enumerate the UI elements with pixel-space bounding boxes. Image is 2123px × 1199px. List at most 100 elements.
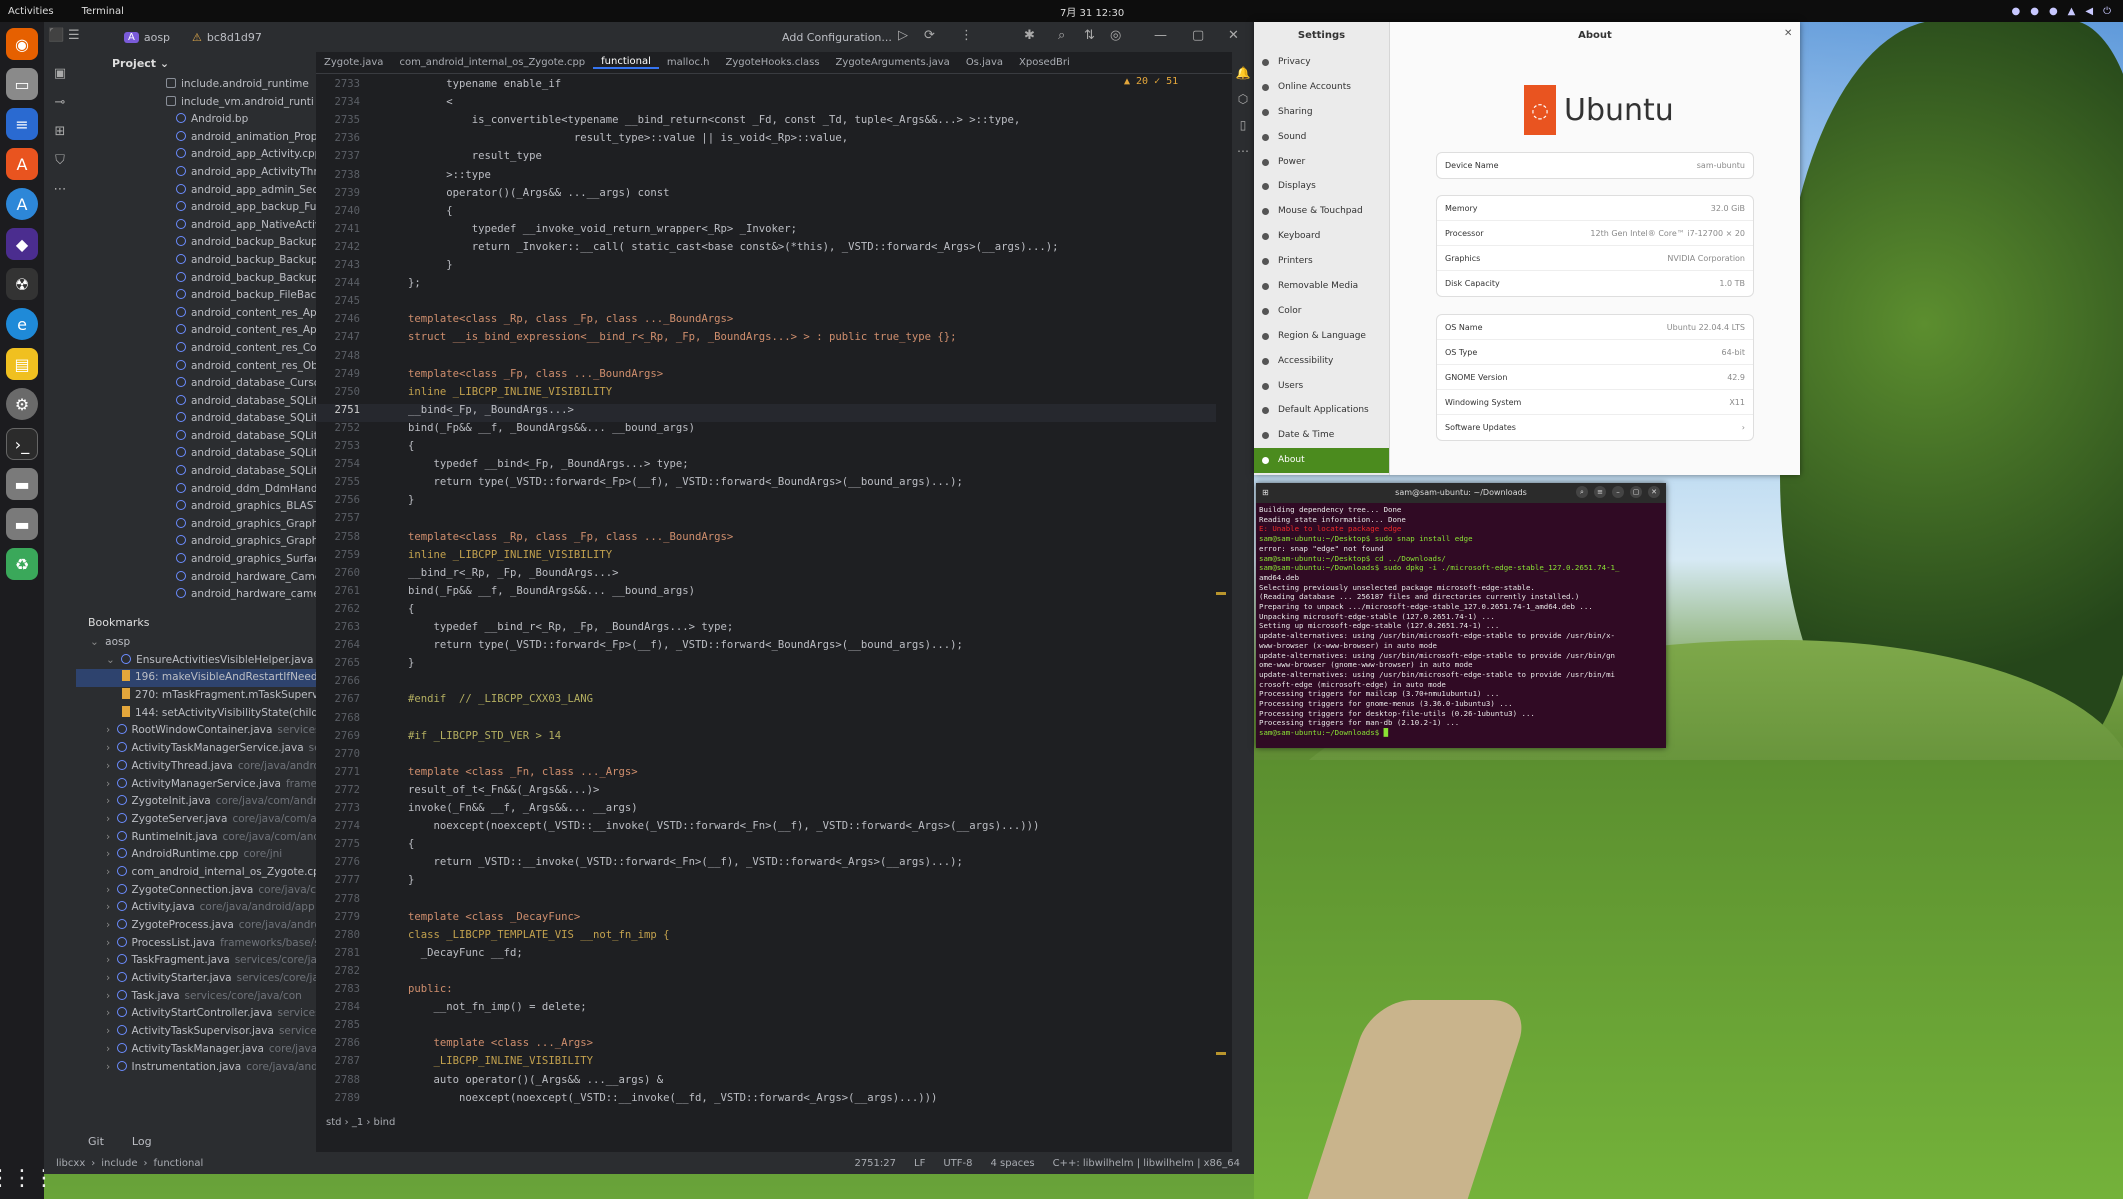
indent-setting[interactable]: 4 spaces [990, 1158, 1034, 1169]
bookmark-file[interactable]: › ProcessList.java frameworks/base/ser [76, 935, 316, 953]
bookmark-file[interactable]: › ActivityManagerService.java framewor [76, 776, 316, 794]
tree-item[interactable]: android_content_res_Apk [76, 322, 316, 340]
tree-item[interactable]: android_app_Activity.cpp [76, 146, 316, 164]
settings-icon[interactable]: ⚙ [6, 388, 38, 420]
editor-tab[interactable]: malloc.h [659, 57, 718, 68]
account-icon[interactable]: ◎ [1110, 28, 1121, 43]
bookmark-icon[interactable]: ⛉ [55, 153, 65, 168]
new-tab-icon[interactable]: ⊞ [1262, 483, 1269, 503]
settings-nav-item[interactable]: Online Accounts [1254, 75, 1389, 100]
tree-item[interactable]: android_app_NativeActivi [76, 217, 316, 235]
gradle-icon[interactable]: ⬡ [1238, 92, 1248, 106]
bookmark-file[interactable]: › TaskFragment.java services/core/java [76, 952, 316, 970]
editor-tab[interactable]: Zygote.java [316, 57, 391, 68]
drive-icon[interactable]: ▬ [6, 508, 38, 540]
inspection-widget[interactable]: ▲ 20 ✓ 51 [1124, 76, 1178, 87]
bookmark-item[interactable]: 270: mTaskFragment.mTaskSuperv [76, 687, 316, 705]
bookmark-file[interactable]: › RuntimeInit.java core/java/com/androi [76, 829, 316, 847]
files-icon[interactable]: ▭ [6, 68, 38, 100]
settings-nav-item[interactable]: Privacy [1254, 50, 1389, 75]
bookmark-item[interactable]: 196: makeVisibleAndRestartIfNeede [76, 669, 316, 688]
bookmark-file[interactable]: › ZygoteInit.java core/java/com/androi [76, 793, 316, 811]
android-studio-icon[interactable]: ☢ [6, 268, 38, 300]
software-center-icon[interactable]: A [6, 148, 38, 180]
editor-tab[interactable]: Os.java [958, 57, 1011, 68]
status-path-dir[interactable]: include [101, 1158, 137, 1169]
bookmark-file[interactable]: › ZygoteConnection.java core/java/con [76, 882, 316, 900]
settings-nav-item[interactable]: Region & Language [1254, 324, 1389, 349]
settings-nav-item[interactable]: Sound [1254, 125, 1389, 150]
folder-icon[interactable]: ▣ [54, 66, 66, 81]
vcs-icon[interactable]: ⇅ [1084, 28, 1095, 43]
volume-icon[interactable]: ◀ [2085, 6, 2093, 17]
code-breadcrumb[interactable]: std › _1 › bind [316, 1114, 1232, 1132]
settings-nav-item[interactable]: Mouse & Touchpad [1254, 199, 1389, 224]
system-tray[interactable]: ● ● ● ▲ ◀ ⏻ [2011, 6, 2111, 17]
tree-item[interactable]: android_database_SQLite [76, 463, 316, 481]
tree-item[interactable]: android_backup_BackupD [76, 234, 316, 252]
edge-icon[interactable]: e [6, 308, 38, 340]
settings-nav-item[interactable]: Printers [1254, 249, 1389, 274]
tree-item[interactable]: android_app_backup_FullB [76, 199, 316, 217]
close-icon[interactable]: ✕ [1228, 28, 1239, 43]
minimize-icon[interactable]: – [1612, 486, 1624, 498]
bookmark-file[interactable]: › ActivityStarter.java services/core/ja [76, 970, 316, 988]
settings-nav-item[interactable]: Keyboard [1254, 224, 1389, 249]
tree-item[interactable]: include.android_runtime [76, 76, 316, 94]
structure-icon[interactable]: ⊞ [55, 124, 66, 139]
settings-nav-item[interactable]: About [1254, 448, 1389, 474]
bookmark-file[interactable]: › RootWindowContainer.java services/co [76, 722, 316, 740]
settings-nav-item[interactable]: Power [1254, 150, 1389, 175]
close-icon[interactable]: ✕ [1648, 486, 1660, 498]
tree-item[interactable]: android_content_res_Obb [76, 358, 316, 376]
tree-item[interactable]: android_ddm_DdmHandle [76, 481, 316, 499]
bookmark-file[interactable]: › Task.java services/core/java/con [76, 988, 316, 1006]
tree-item[interactable]: android_database_SQLite [76, 410, 316, 428]
bookmark-file[interactable]: › ActivityTaskManagerService.java servi [76, 740, 316, 758]
device-name-card[interactable]: Device Name sam-ubuntu [1436, 152, 1754, 179]
bookmark-file[interactable]: › ZygoteServer.java core/java/com/andr [76, 811, 316, 829]
power-icon[interactable]: ⏻ [2103, 6, 2111, 17]
settings-nav-item[interactable]: Removable Media [1254, 274, 1389, 299]
tree-item[interactable]: android_database_Cursor [76, 375, 316, 393]
file-encoding[interactable]: UTF-8 [943, 1158, 972, 1169]
tray-icon[interactable]: ● [2011, 6, 2020, 17]
bookmark-file[interactable]: › ActivityTaskSupervisor.java services/c [76, 1023, 316, 1041]
editor-tab[interactable]: ZygoteArguments.java [828, 57, 958, 68]
settings-nav-item[interactable]: Accessibility [1254, 349, 1389, 374]
editor-tab[interactable]: functional [593, 56, 659, 69]
settings-nav-item[interactable]: Color [1254, 299, 1389, 324]
tree-item[interactable]: android_database_SQLite [76, 428, 316, 446]
main-menu-icon[interactable]: ☰ [68, 28, 80, 43]
app-store-icon[interactable]: A [6, 188, 38, 220]
more-icon[interactable]: ⋯ [54, 182, 67, 197]
tree-item[interactable]: android_content_res_Apk [76, 305, 316, 323]
caret-position[interactable]: 2751:27 [854, 1158, 896, 1169]
close-icon[interactable]: ✕ [1784, 28, 1792, 39]
drive-icon[interactable]: ▬ [6, 468, 38, 500]
tree-item[interactable]: android_hardware_camer [76, 586, 316, 604]
run-configuration-selector[interactable]: Add Configuration... [782, 31, 892, 44]
bookmark-file[interactable]: › ActivityStartController.java services [76, 1005, 316, 1023]
firefox-icon[interactable]: ◉ [6, 28, 38, 60]
settings-nav-item[interactable]: Sharing [1254, 100, 1389, 125]
bug-icon[interactable]: ✱ [1024, 28, 1035, 43]
tree-item[interactable]: android_graphics_Surface [76, 551, 316, 569]
notes-icon[interactable]: ▤ [6, 348, 38, 380]
bookmark-file[interactable]: › Activity.java core/java/android/app [76, 899, 316, 917]
status-path-root[interactable]: libcxx [56, 1158, 85, 1169]
bookmark-file[interactable]: › AndroidRuntime.cpp core/jni [76, 846, 316, 864]
bookmark-file[interactable]: ⌄ aosp [76, 634, 316, 652]
code-area[interactable]: ▲ 20 ✓ 51 2733 typename enable_if 2734 <2… [316, 74, 1232, 1114]
project-panel-label[interactable]: Project [112, 57, 156, 70]
status-path-file[interactable]: functional [153, 1158, 203, 1169]
search-icon[interactable]: ⌕ [1058, 28, 1065, 43]
device-manager-icon[interactable]: ▯ [1240, 118, 1247, 132]
tab-git[interactable]: Git [88, 1135, 104, 1148]
bookmark-file[interactable]: › com_android_internal_os_Zygote.cppc [76, 864, 316, 882]
focused-app-menu[interactable]: Terminal [82, 6, 124, 17]
info-row[interactable]: Software Updates › [1437, 415, 1753, 440]
maximize-icon[interactable]: ▢ [1192, 28, 1204, 43]
tree-item[interactable]: android_graphics_Graphic [76, 533, 316, 551]
project-badge[interactable]: A [124, 31, 139, 43]
